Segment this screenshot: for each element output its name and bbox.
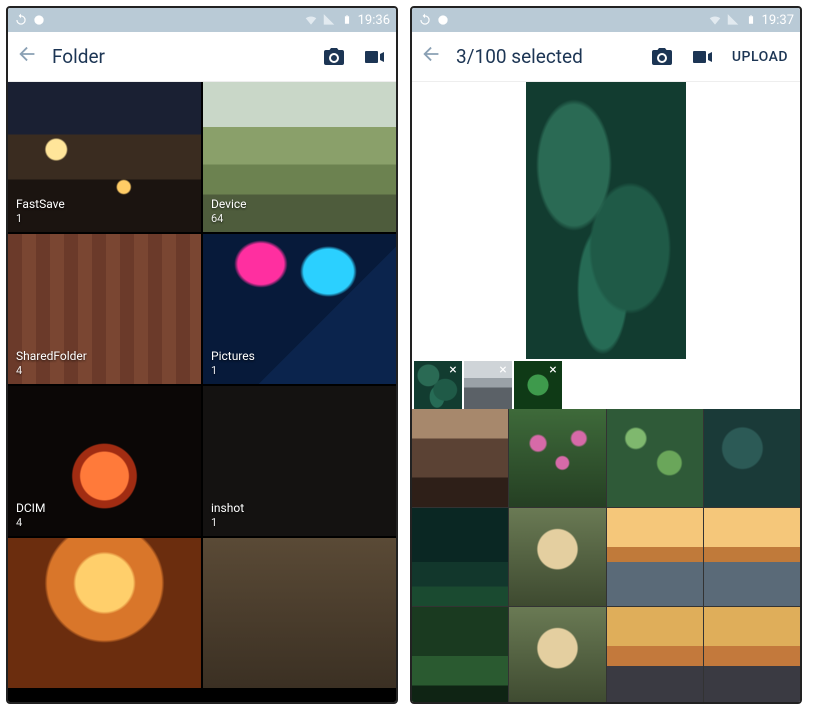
folder-grid-container: FastSave 1 Device 64 SharedFolder 4 Pict… [8, 82, 396, 702]
folder-label: inshot 1 [211, 501, 244, 530]
refresh-icon [418, 13, 432, 27]
folder-name: inshot [211, 501, 244, 516]
app-bar: 3/100 selected UPLOAD [412, 32, 800, 82]
gallery-item[interactable] [607, 508, 703, 606]
selected-thumb[interactable]: × [514, 361, 562, 409]
folder-label: Pictures 1 [211, 349, 255, 378]
status-left-icons [418, 13, 450, 27]
folder-tile-partial[interactable] [203, 538, 396, 688]
selection-count-title: 3/100 selected [456, 45, 636, 68]
folder-count: 4 [16, 364, 87, 378]
gallery-item[interactable] [704, 508, 800, 606]
folder-tile-partial[interactable] [8, 538, 201, 688]
folder-tile-fastsave[interactable]: FastSave 1 [8, 82, 201, 232]
status-left-icons [14, 13, 46, 27]
folder-label: DCIM 4 [16, 501, 45, 530]
selection-content: × × × [412, 82, 800, 702]
signal-icon [726, 13, 740, 27]
gallery-grid [412, 409, 800, 702]
status-time: 19:37 [762, 13, 794, 28]
folder-name: DCIM [16, 501, 45, 516]
selected-thumb[interactable]: × [464, 361, 512, 409]
folder-tile-inshot[interactable]: inshot 1 [203, 386, 396, 536]
preview-image[interactable] [526, 82, 686, 359]
app-bar: Folder [8, 32, 396, 82]
folder-tile-pictures[interactable]: Pictures 1 [203, 234, 396, 384]
signal-icon [322, 13, 336, 27]
remove-selection-icon[interactable]: × [546, 363, 560, 377]
back-button[interactable] [420, 43, 444, 70]
folder-name: SharedFolder [16, 349, 87, 364]
gallery-item[interactable] [509, 508, 605, 606]
gallery-item[interactable] [607, 607, 703, 702]
folder-count: 1 [211, 364, 255, 378]
battery-icon [744, 13, 758, 27]
status-right-icons: 19:37 [708, 13, 794, 28]
remove-selection-icon[interactable]: × [496, 363, 510, 377]
folder-name: Pictures [211, 349, 255, 364]
app-indicator-icon [436, 13, 450, 27]
status-bar: 19:37 [412, 8, 800, 32]
gallery-item[interactable] [704, 409, 800, 507]
preview-area [412, 82, 800, 359]
gallery-item[interactable] [509, 409, 605, 507]
refresh-icon [14, 13, 28, 27]
folder-label: SharedFolder 4 [16, 349, 87, 378]
camera-button[interactable] [648, 43, 676, 71]
video-button[interactable] [688, 43, 716, 71]
app-indicator-icon [32, 13, 46, 27]
camera-button[interactable] [320, 43, 348, 71]
selected-thumb[interactable]: × [414, 361, 462, 409]
folder-grid: FastSave 1 Device 64 SharedFolder 4 Pict… [8, 82, 396, 702]
gallery-item[interactable] [412, 607, 508, 702]
folder-label: Device 64 [211, 197, 247, 226]
battery-icon [340, 13, 354, 27]
gallery-item[interactable] [412, 508, 508, 606]
status-time: 19:36 [358, 13, 390, 28]
remove-selection-icon[interactable]: × [446, 363, 460, 377]
phone-folder-view: 19:36 Folder FastSave 1 Device 64 [6, 6, 398, 704]
status-bar: 19:36 [8, 8, 396, 32]
gallery-item[interactable] [607, 409, 703, 507]
folder-tile-dcim[interactable]: DCIM 4 [8, 386, 201, 536]
gallery-item[interactable] [509, 607, 605, 702]
wifi-icon [708, 13, 722, 27]
wifi-icon [304, 13, 318, 27]
folder-tile-device[interactable]: Device 64 [203, 82, 396, 232]
phone-selection-view: 19:37 3/100 selected UPLOAD × × × [410, 6, 802, 704]
folder-tile-sharedfolder[interactable]: SharedFolder 4 [8, 234, 201, 384]
video-button[interactable] [360, 43, 388, 71]
upload-button[interactable]: UPLOAD [728, 49, 792, 65]
folder-count: 1 [16, 212, 65, 226]
app-title: Folder [52, 45, 308, 68]
folder-count: 1 [211, 516, 244, 530]
back-button[interactable] [16, 43, 40, 70]
gallery-item[interactable] [412, 409, 508, 507]
folder-count: 64 [211, 212, 247, 226]
folder-count: 4 [16, 516, 45, 530]
gallery-item[interactable] [704, 607, 800, 702]
status-right-icons: 19:36 [304, 13, 390, 28]
folder-name: FastSave [16, 197, 65, 212]
selected-thumbnails-row: × × × [412, 359, 800, 409]
folder-label: FastSave 1 [16, 197, 65, 226]
folder-name: Device [211, 197, 247, 212]
